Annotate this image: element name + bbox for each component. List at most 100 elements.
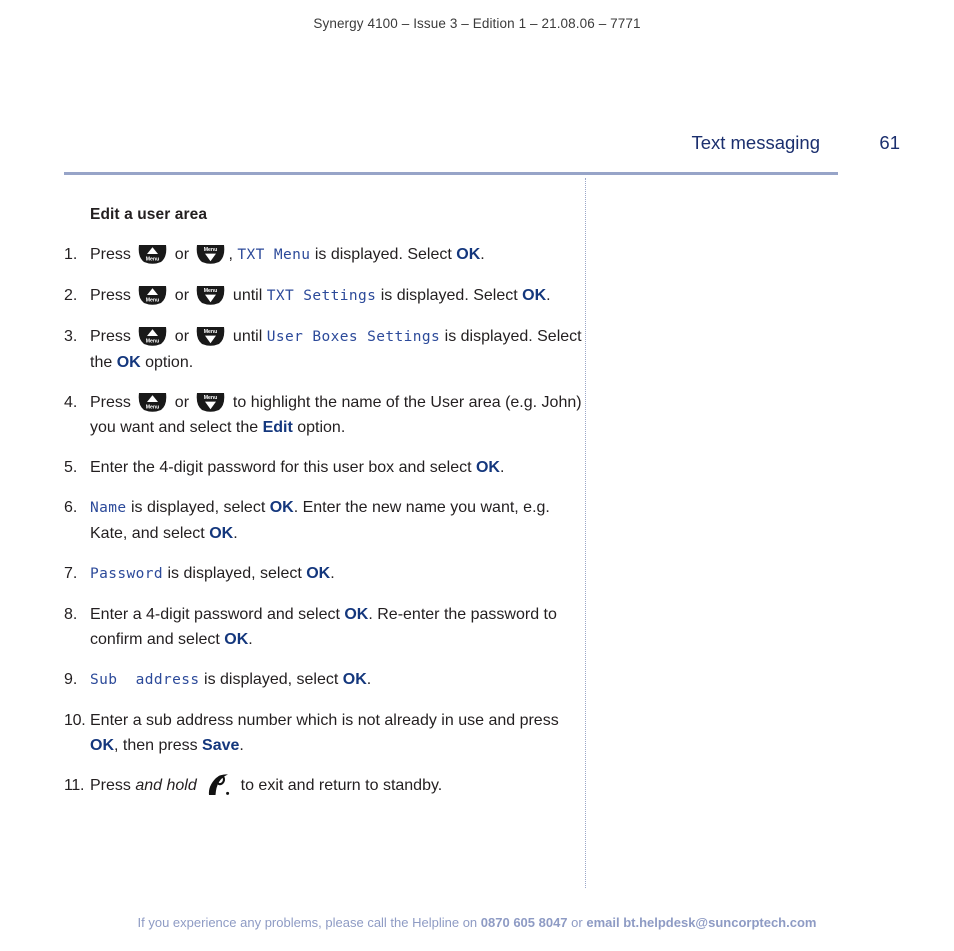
- step-text: Enter the 4-digit password for this user…: [90, 459, 476, 476]
- step-text: .: [480, 246, 485, 263]
- up-menu-key[interactable]: Menu: [137, 325, 168, 347]
- instruction-step: 6. Name is displayed, select OK. Enter th…: [64, 495, 584, 546]
- chapter-title: Text messaging: [691, 132, 820, 153]
- step-text: or: [170, 287, 194, 304]
- step-text: .: [248, 631, 253, 648]
- ui-softkey-label[interactable]: OK: [224, 631, 248, 648]
- step-text: until: [228, 287, 267, 304]
- emphasis-text: and hold: [135, 777, 197, 794]
- down-menu-key[interactable]: Menu: [195, 243, 226, 265]
- up-menu-key[interactable]: Menu: [137, 284, 168, 306]
- step-text: Enter a 4-digit password and select: [90, 606, 345, 623]
- chapter-header: Text messaging 61: [64, 132, 910, 158]
- svg-text:Menu: Menu: [146, 256, 160, 262]
- section-heading: Edit a user area: [90, 206, 208, 223]
- ui-softkey-label[interactable]: OK: [476, 459, 500, 476]
- ui-softkey-label[interactable]: OK: [270, 499, 294, 516]
- instruction-step: 9. Sub address is displayed, select OK.: [64, 667, 584, 693]
- ui-softkey-label[interactable]: OK: [343, 671, 367, 688]
- step-text: .: [233, 525, 238, 542]
- lcd-display-text: Name: [90, 500, 127, 516]
- step-number: 4.: [64, 394, 78, 411]
- step-text: , then press: [114, 737, 203, 754]
- step-text: is displayed. Select: [376, 287, 523, 304]
- lcd-display-text: TXT Settings: [266, 288, 377, 304]
- step-text: to exit and return to standby.: [236, 777, 443, 794]
- page-footer: If you experience any problems, please c…: [0, 915, 954, 930]
- instruction-steps: 1. Press Menu or Menu, TXT Menu is displa…: [64, 242, 584, 798]
- step-number: 5.: [64, 459, 78, 476]
- step-text: Press: [90, 328, 136, 345]
- ui-softkey-label[interactable]: OK: [456, 246, 480, 263]
- step-text: until: [228, 328, 267, 345]
- ui-softkey-label[interactable]: OK: [344, 606, 368, 623]
- ui-softkey-label[interactable]: OK: [90, 737, 114, 754]
- step-text: is displayed, select: [199, 671, 343, 688]
- main-content: Edit a user area 1. Press Menu or Menu, T…: [64, 206, 584, 813]
- instruction-step: 4. Press Menu or Menu to highlight the na…: [64, 390, 584, 440]
- running-head: Synergy 4100 – Issue 3 – Edition 1 – 21.…: [313, 16, 641, 31]
- step-text: Press: [90, 394, 136, 411]
- step-number: 6.: [64, 499, 78, 516]
- page-number: 61: [879, 132, 900, 153]
- step-text: .: [499, 459, 505, 476]
- step-text: [197, 777, 201, 794]
- down-menu-key[interactable]: Menu: [195, 284, 226, 306]
- handset-end-call-key[interactable]: [206, 773, 232, 797]
- step-number: 1.: [64, 246, 78, 263]
- ui-softkey-label[interactable]: OK: [306, 565, 330, 582]
- svg-text:Menu: Menu: [146, 297, 160, 303]
- lcd-display-text: User Boxes Settings: [266, 329, 441, 345]
- step-text: option.: [140, 354, 194, 371]
- step-text: or: [170, 246, 194, 263]
- instruction-step: 11. Press and hold to exit and return to …: [64, 773, 584, 798]
- down-menu-key[interactable]: Menu: [195, 391, 226, 413]
- step-text: .: [330, 565, 335, 582]
- up-menu-key[interactable]: Menu: [137, 243, 168, 265]
- ui-softkey-label[interactable]: OK: [117, 354, 141, 371]
- instruction-step: 10. Enter a sub address number which is n…: [64, 708, 584, 758]
- ui-softkey-label[interactable]: OK: [209, 525, 233, 542]
- svg-text:Menu: Menu: [204, 288, 218, 294]
- step-number: 8.: [64, 606, 78, 623]
- ui-softkey-label[interactable]: Edit: [263, 419, 293, 436]
- lcd-display-text: Sub address: [90, 672, 200, 688]
- svg-text:Menu: Menu: [146, 338, 160, 344]
- down-menu-key[interactable]: Menu: [195, 325, 226, 347]
- footer-email-link[interactable]: email bt.helpdesk@suncorptech.com: [586, 915, 816, 930]
- footer-separator: or: [567, 915, 587, 930]
- instruction-step: 1. Press Menu or Menu, TXT Menu is displa…: [64, 242, 584, 268]
- step-number: 11.: [64, 777, 85, 794]
- step-number: 10.: [64, 712, 86, 729]
- step-number: 3.: [64, 328, 78, 345]
- up-menu-key[interactable]: Menu: [137, 391, 168, 413]
- step-text: Press: [90, 287, 136, 304]
- footer-helpline-number: 0870 605 8047: [480, 915, 568, 930]
- step-text: .: [546, 287, 551, 304]
- footer-lead-text: If you experience any problems, please c…: [137, 915, 481, 930]
- instruction-step: 8. Enter a 4-digit password and select OK…: [64, 602, 584, 652]
- instruction-step: 3. Press Menu or Menu until User Boxes Se…: [64, 324, 584, 375]
- instruction-step: 5. Enter the 4-digit password for this us…: [64, 455, 584, 480]
- svg-text:Menu: Menu: [146, 404, 160, 410]
- ui-softkey-label[interactable]: OK: [522, 287, 546, 304]
- step-text: .: [366, 671, 372, 688]
- lcd-display-text: TXT Menu: [237, 247, 311, 263]
- svg-text:Menu: Menu: [204, 395, 218, 401]
- ui-softkey-label[interactable]: Save: [202, 737, 239, 754]
- step-number: 2.: [64, 287, 78, 304]
- column-divider: [585, 178, 586, 888]
- step-text: is displayed, select: [163, 565, 307, 582]
- svg-text:Menu: Menu: [204, 329, 218, 335]
- step-text: or: [170, 394, 194, 411]
- header-rule: [64, 172, 838, 175]
- step-text: .: [239, 737, 244, 754]
- step-text: option.: [292, 419, 346, 436]
- instruction-step: 2. Press Menu or Menu until TXT Settings …: [64, 283, 584, 309]
- step-text: Enter a sub address number which is not …: [90, 712, 559, 729]
- instruction-step: 7. Password is displayed, select OK.: [64, 561, 584, 587]
- step-text: is displayed. Select: [310, 246, 457, 263]
- lcd-display-text: Password: [90, 566, 164, 582]
- step-number: 9.: [64, 671, 78, 688]
- step-text: is displayed, select: [126, 499, 270, 516]
